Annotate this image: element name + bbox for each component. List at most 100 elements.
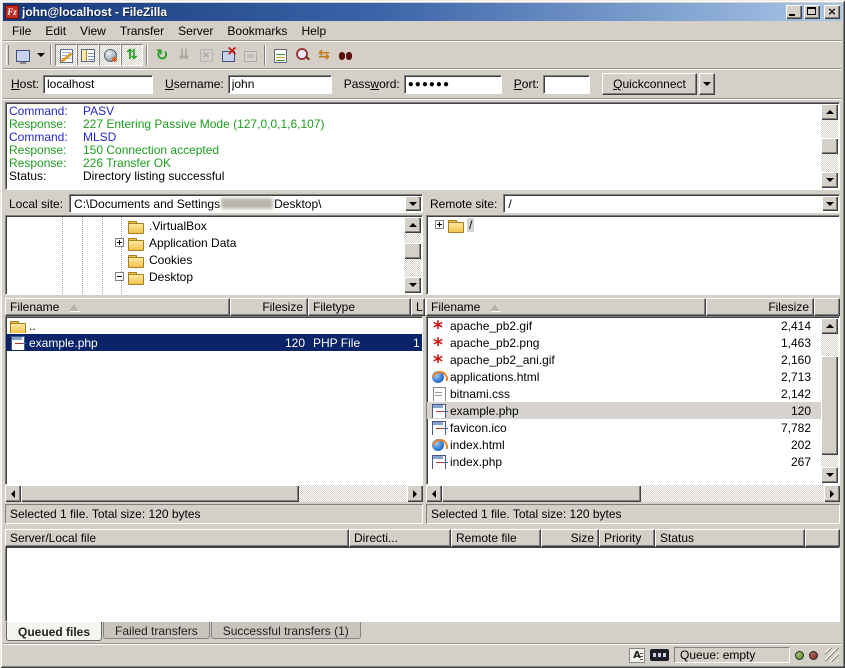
local-hscrollbar[interactable] [5,485,423,502]
message-log[interactable]: Command:PASVResponse:227 Entering Passiv… [5,102,840,190]
menu-bookmarks[interactable]: Bookmarks [220,22,294,40]
scroll-left-button[interactable] [426,485,442,502]
tree-item--virtualbox[interactable]: .VirtualBox [6,217,422,234]
close-button[interactable]: × [824,5,840,19]
site-manager-dropdown-button[interactable] [34,44,47,66]
title-bar[interactable]: Fz john@localhost - FileZilla × [3,3,842,21]
menu-view[interactable]: View [73,22,113,40]
directory-comparison-button[interactable] [291,44,313,66]
scroll-right-button[interactable] [407,485,423,502]
scroll-up-button[interactable] [821,104,838,120]
file-row-favicon-ico[interactable]: favicon.ico7,782 [427,419,822,436]
tree-item-application-data[interactable]: Application Data [6,234,422,251]
file-row-example-php[interactable]: example.php120 [427,402,822,419]
site-manager-button[interactable] [12,44,34,66]
quickconnect-button[interactable]: Quickconnect [602,73,697,95]
column-header-remote-file[interactable]: Remote file [451,529,541,547]
synchronized-browsing-button[interactable] [313,44,335,66]
tab-queued-files[interactable]: Queued files [6,622,102,641]
file-row--[interactable]: .. [6,317,422,334]
tab-successful-transfers-1-[interactable]: Successful transfers (1) [211,622,361,639]
refresh-file-lists-button[interactable] [151,44,173,66]
remote-hscrollbar[interactable] [426,485,840,502]
combo-dropdown-button[interactable] [822,196,838,211]
port-input[interactable] [543,75,590,94]
scroll-left-button[interactable] [5,485,21,502]
disconnect-button[interactable] [217,44,239,66]
file-row-applications-html[interactable]: applications.html2,713 [427,368,822,385]
tree-item-root[interactable]: / [427,216,839,233]
column-header-size[interactable]: Size [541,529,599,547]
column-header-filename[interactable]: Filename [5,298,230,316]
reconnect-button[interactable] [239,44,261,66]
column-header-server-local-file[interactable]: Server/Local file [5,529,349,547]
find-files-button[interactable] [335,44,357,66]
column-header-filetype[interactable]: Filetype [308,298,411,316]
username-input[interactable] [228,75,332,94]
expand-icon[interactable] [435,220,444,229]
scroll-thumb[interactable] [442,485,641,502]
log-scrollbar[interactable] [821,104,838,188]
scroll-track[interactable] [21,485,407,502]
scroll-track[interactable] [442,485,824,502]
file-row-example-php[interactable]: example.php120PHP File1 [6,334,422,351]
quickconnect-dropdown-button[interactable] [699,73,715,95]
menu-server[interactable]: Server [171,22,220,40]
toggle-local-tree-button[interactable] [77,44,99,66]
scroll-up-button[interactable] [821,318,838,334]
directory-listing-filters-button[interactable] [269,44,291,66]
column-header-directi-[interactable]: Directi... [349,529,451,547]
column-header-filename[interactable]: Filename [426,298,706,316]
toolbar-grip[interactable] [6,45,9,65]
tab-failed-transfers[interactable]: Failed transfers [103,622,210,639]
column-header-status[interactable]: Status [655,529,805,547]
speed-limit-indicator-icon[interactable] [650,649,669,661]
column-header-l[interactable]: L [411,298,425,316]
expand-icon[interactable] [115,238,124,247]
cancel-operation-button[interactable] [195,44,217,66]
scroll-right-button[interactable] [824,485,840,502]
resize-grip[interactable] [825,648,839,662]
scroll-down-button[interactable] [821,467,838,483]
local-directory-tree[interactable]: .VirtualBoxApplication DataCookiesDeskto… [5,215,423,295]
collapse-icon[interactable] [115,272,124,281]
menu-transfer[interactable]: Transfer [113,22,171,40]
queue-body[interactable] [5,547,840,622]
arrow-right-icon [830,490,834,498]
toggle-remote-tree-button[interactable] [99,44,121,66]
scroll-thumb[interactable] [821,356,838,455]
scroll-thumb[interactable] [821,138,838,154]
combo-dropdown-button[interactable] [405,196,421,211]
file-row-apache-pb2-ani-gif[interactable]: apache_pb2_ani.gif2,160 [427,351,822,368]
process-queue-button[interactable] [173,44,195,66]
local-list-body[interactable]: ..example.php120PHP File1 [5,316,423,485]
remote-path-combobox[interactable]: / [503,194,840,213]
column-header-priority[interactable]: Priority [599,529,655,547]
file-row-apache-pb2-gif[interactable]: apache_pb2.gif2,414 [427,317,822,334]
column-header-filesize[interactable]: Filesize [230,298,308,316]
scroll-track[interactable] [821,334,838,467]
menu-file[interactable]: File [5,22,38,40]
menu-edit[interactable]: Edit [38,22,73,40]
toggle-transfer-queue-button[interactable] [121,44,143,66]
file-row-index-html[interactable]: index.html202 [427,436,822,453]
host-input[interactable] [43,75,153,94]
scroll-down-button[interactable] [821,172,838,188]
password-input[interactable] [404,75,502,94]
minimize-button[interactable] [786,5,802,19]
menu-help[interactable]: Help [294,22,333,40]
scroll-thumb[interactable] [21,485,299,502]
remote-list-body[interactable]: apache_pb2.gif2,414apache_pb2.png1,463ap… [426,316,840,485]
file-row-index-php[interactable]: index.php267 [427,453,822,470]
local-path-combobox[interactable]: C:\Documents and SettingsDesktop\ [69,194,423,213]
remote-list-scrollbar[interactable] [821,318,838,483]
column-header-filesize[interactable]: Filesize [706,298,814,316]
tree-item-desktop[interactable]: Desktop [6,268,422,285]
toggle-message-log-button[interactable] [55,44,77,66]
maximize-button[interactable] [804,5,820,19]
scroll-track[interactable] [821,120,838,172]
tree-item-cookies[interactable]: Cookies [6,251,422,268]
file-row-bitnami-css[interactable]: bitnami.css2,142 [427,385,822,402]
remote-directory-tree[interactable]: / [426,215,840,295]
file-row-apache-pb2-png[interactable]: apache_pb2.png1,463 [427,334,822,351]
